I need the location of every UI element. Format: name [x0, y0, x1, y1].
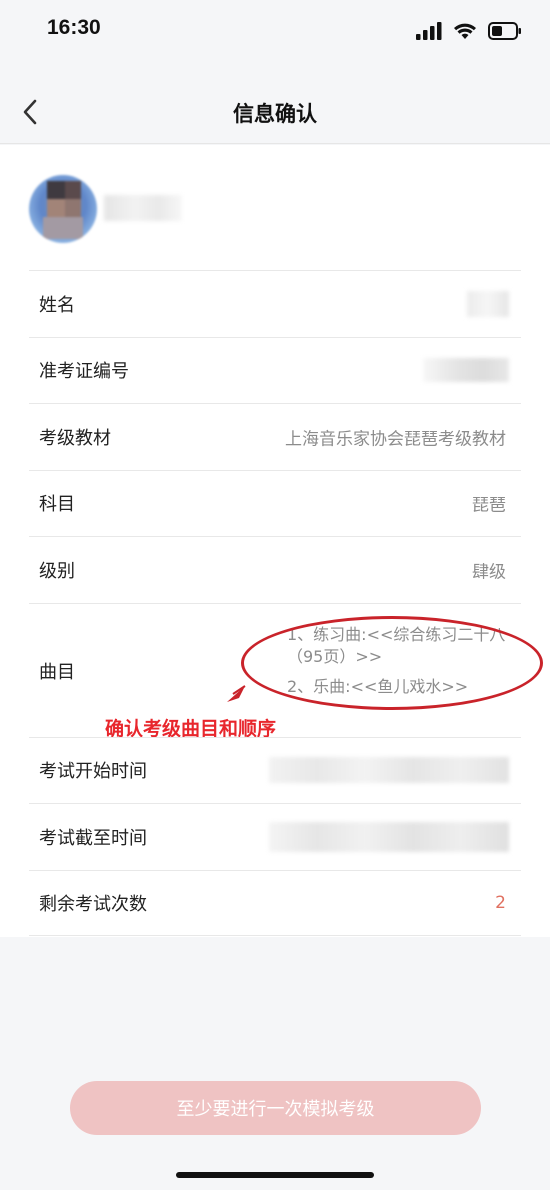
- signal-icon: [415, 21, 442, 40]
- annotation-arrow-icon: [227, 684, 246, 702]
- row-subject: 科目 琵琶: [29, 469, 521, 537]
- row-textbook: 考级教材 上海音乐家协会琵琶考级教材: [29, 403, 521, 470]
- subject-label: 科目: [39, 494, 75, 516]
- exam-start-redacted: [269, 757, 509, 784]
- pieces-label: 曲目: [39, 661, 75, 683]
- subject-value: 琵琶: [472, 495, 506, 516]
- textbook-label: 考级教材: [39, 427, 111, 449]
- remaining-attempts-label: 剩余考试次数: [39, 893, 147, 915]
- name-value-redacted: [467, 290, 509, 317]
- wifi-icon: [453, 23, 476, 39]
- status-icons: [410, 20, 522, 42]
- profile-header: [0, 145, 550, 270]
- textbook-value: 上海音乐家协会琵琶考级教材: [285, 429, 506, 450]
- row-pieces: 曲目 1、练习曲:<<综合练习二十八（95页）>> 2、乐曲:<<鱼儿戏水>> …: [29, 602, 543, 740]
- page-title: 信息确认: [233, 102, 317, 126]
- level-value: 肆级: [472, 562, 506, 583]
- username-redacted: [104, 195, 182, 221]
- row-remaining-attempts: 剩余考试次数 2: [29, 869, 521, 936]
- status-bar: 16:30: [0, 0, 550, 62]
- mock-exam-button[interactable]: 至少要进行一次模拟考级: [70, 1081, 481, 1135]
- exam-start-label: 考试开始时间: [39, 761, 147, 783]
- info-card: 姓名 准考证编号 考级教材 上海音乐家协会琵琶考级教材 科目 琵琶 级别 肆级 …: [0, 145, 550, 937]
- avatar: [29, 175, 97, 243]
- info-list: 姓名 准考证编号 考级教材 上海音乐家协会琵琶考级教材 科目 琵琶 级别 肆级 …: [29, 270, 543, 936]
- row-exam-start: 考试开始时间: [29, 736, 521, 804]
- row-exam-end: 考试截至时间: [29, 803, 521, 870]
- home-indicator: [176, 1172, 374, 1178]
- level-label: 级别: [39, 560, 75, 582]
- ticket-number-redacted: [423, 358, 509, 383]
- ticket-number-label: 准考证编号: [39, 361, 129, 383]
- exam-end-redacted: [269, 821, 509, 852]
- nav-bar: 信息确认: [0, 80, 550, 144]
- row-ticket-number: 准考证编号: [29, 336, 521, 404]
- remaining-attempts-value: 2: [495, 892, 506, 913]
- row-level: 级别 肆级: [29, 536, 521, 603]
- exam-end-label: 考试截至时间: [39, 827, 147, 849]
- annotation-ellipse: [241, 615, 543, 710]
- battery-icon: [488, 21, 521, 40]
- name-label: 姓名: [39, 294, 75, 316]
- row-name: 姓名: [29, 270, 521, 337]
- status-time: 16:30: [47, 16, 101, 39]
